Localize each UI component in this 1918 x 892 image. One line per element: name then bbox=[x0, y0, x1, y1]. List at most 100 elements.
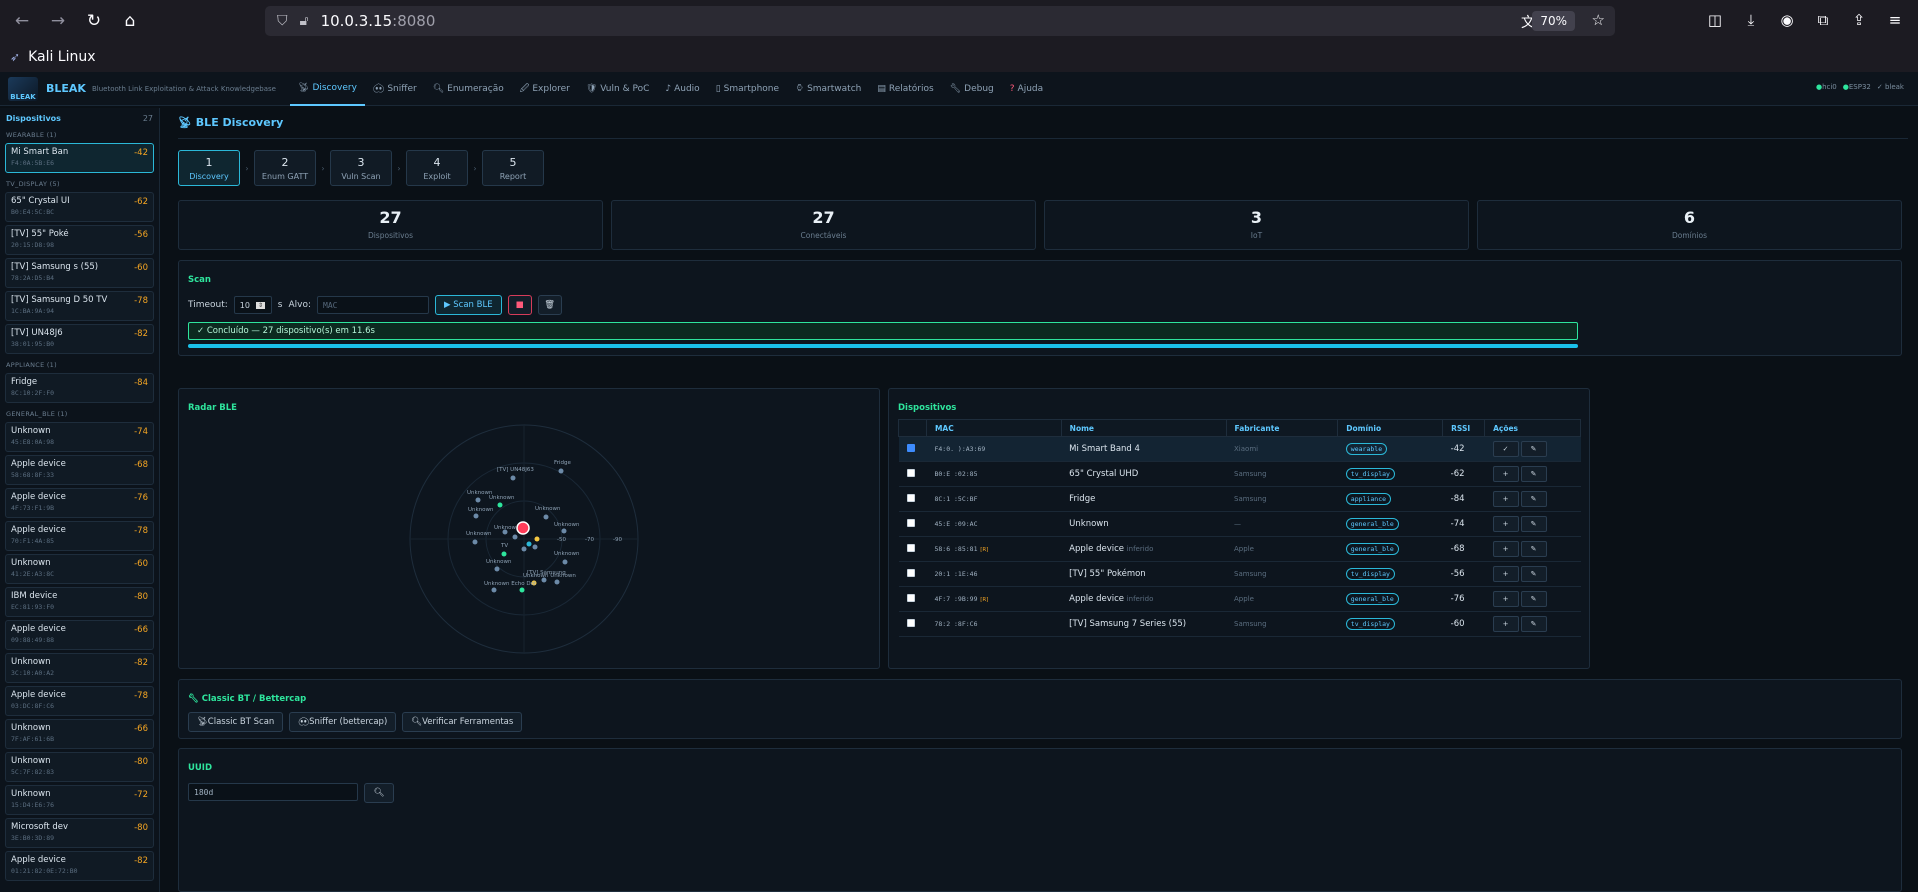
radar-point[interactable] bbox=[532, 544, 538, 550]
tab-smartwatch[interactable]: ⌚︎ Smartwatch bbox=[787, 72, 869, 106]
row-checkbox[interactable] bbox=[906, 593, 915, 602]
step-discovery[interactable]: 1 Discovery bbox=[178, 150, 240, 186]
radar-point[interactable] bbox=[521, 546, 527, 552]
radar-point[interactable] bbox=[510, 475, 516, 481]
table-row[interactable]: 20:1 :1E:46 [TV] 55" Pokémon Samsung tv_dis… bbox=[898, 561, 1581, 587]
radar-point[interactable] bbox=[491, 587, 497, 593]
explore-button[interactable]: ✎ bbox=[1520, 491, 1547, 507]
share-icon[interactable]: ⇪ bbox=[1846, 7, 1872, 33]
sidebar-device-card[interactable]: Microsoft dev 3E:B0:3D:89 -80 bbox=[5, 818, 154, 848]
sidebar-device-card[interactable]: Apple device 09:88:49:88 -66 bbox=[5, 620, 154, 650]
url-text[interactable]: 10.0.3.15:8080 bbox=[321, 12, 436, 30]
explore-button[interactable]: ✎ bbox=[1520, 441, 1547, 457]
row-checkbox[interactable] bbox=[906, 518, 915, 527]
explore-button[interactable]: ✎ bbox=[1520, 591, 1547, 607]
step-report[interactable]: 5 Report bbox=[482, 150, 544, 186]
tab-discovery[interactable]: 📡︎ Discovery bbox=[290, 72, 365, 106]
radar-point[interactable] bbox=[512, 534, 518, 540]
column-header[interactable]: Domínio bbox=[1337, 419, 1444, 437]
sidebar-device-card[interactable]: Apple device 58:68:8F:33 -68 bbox=[5, 455, 154, 485]
radar-point[interactable] bbox=[494, 566, 500, 572]
sidebar-device-card[interactable]: 65" Crystal UI B0:E4:5C:BC -62 bbox=[5, 192, 154, 222]
tab-audio[interactable]: ♪ Audio bbox=[657, 72, 707, 106]
zoom-badge[interactable]: 70% bbox=[1532, 11, 1575, 31]
column-header[interactable] bbox=[898, 419, 927, 437]
sidebar-device-card[interactable]: Fridge 8C:10:2F:F0 -84 bbox=[5, 373, 154, 403]
radar-point[interactable] bbox=[475, 497, 481, 503]
scan-ble-button[interactable]: ▶ Scan BLE bbox=[435, 295, 502, 315]
forward-icon[interactable]: → bbox=[44, 7, 72, 35]
back-icon[interactable]: ← bbox=[8, 7, 36, 35]
sidebar-device-card[interactable]: Mi Smart Ban F4:0A:5B:E6 -42 bbox=[5, 143, 154, 173]
column-header[interactable]: MAC bbox=[925, 419, 1062, 437]
bookmark-star-icon[interactable]: ☆ bbox=[1592, 11, 1605, 29]
sidebar-device-card[interactable]: [TV] UN48J6 38:01:95:B0 -82 bbox=[5, 324, 154, 354]
radar-point[interactable] bbox=[472, 539, 478, 545]
add-target-button[interactable]: + bbox=[1492, 616, 1519, 632]
sidebar-device-card[interactable]: [TV] Samsung s (55) 78:2A:D5:B4 -60 bbox=[5, 258, 154, 288]
row-checkbox[interactable] bbox=[906, 468, 915, 477]
url-bar[interactable]: ⛉ 🔓︎ 10.0.3.15:8080 文 70% ☆ bbox=[265, 6, 1615, 36]
sidebar-device-card[interactable]: [TV] Samsung D 50 TV 1C:BA:9A:94 -78 bbox=[5, 291, 154, 321]
sidebar-device-card[interactable]: Unknown 7F:AF:61:6B -66 bbox=[5, 719, 154, 749]
radar-point[interactable] bbox=[554, 579, 560, 585]
row-checkbox[interactable] bbox=[906, 618, 915, 627]
radar-point[interactable] bbox=[543, 514, 549, 520]
column-header[interactable]: Ações bbox=[1484, 419, 1581, 437]
add-target-button[interactable]: + bbox=[1492, 541, 1519, 557]
add-target-button[interactable]: + bbox=[1492, 491, 1519, 507]
tab-smartphone[interactable]: ▯ Smartphone bbox=[708, 72, 787, 106]
pocket-icon[interactable]: ◫ bbox=[1702, 7, 1728, 33]
sidebar-device-card[interactable]: Apple device 70:F1:4A:85 -78 bbox=[5, 521, 154, 551]
table-row[interactable]: B0:E :02:85 65" Crystal UHD Samsung tv_disp… bbox=[898, 461, 1581, 487]
explore-button[interactable]: ✎ bbox=[1520, 566, 1547, 582]
sidebar-device-card[interactable]: Apple device 4F:73:F1:9B -76 bbox=[5, 488, 154, 518]
extensions-icon[interactable]: ⧉ bbox=[1810, 7, 1836, 33]
uuid-input[interactable]: 180d bbox=[188, 783, 358, 801]
sidebar-device-card[interactable]: [TV] 55" Poké 20:15:D8:98 -56 bbox=[5, 225, 154, 255]
explore-button[interactable]: ✎ bbox=[1520, 616, 1547, 632]
row-checkbox[interactable] bbox=[906, 568, 915, 577]
row-checkbox[interactable] bbox=[906, 493, 915, 502]
spinner-icon[interactable]: ⇕ bbox=[255, 301, 266, 309]
sidebar-device-card[interactable]: Unknown 45:E8:0A:98 -74 bbox=[5, 422, 154, 452]
table-row[interactable]: 78:2 :8F:C6 [TV] Samsung 7 Series (55) Sam… bbox=[898, 611, 1581, 637]
tab-sniffer[interactable]: 🐽︎ Sniffer bbox=[365, 72, 425, 106]
sidebar-device-card[interactable]: Unknown 3C:10:A0:A2 -82 bbox=[5, 653, 154, 683]
stop-scan-button[interactable]: ■ bbox=[507, 295, 532, 315]
step-enum-gatt[interactable]: 2 Enum GATT bbox=[254, 150, 316, 186]
table-row[interactable]: 8C:1 :5C:BF Fridge Samsung appliance -84 + ✎ bbox=[898, 486, 1581, 512]
column-header[interactable]: RSSI bbox=[1442, 419, 1486, 437]
explore-button[interactable]: ✎ bbox=[1520, 516, 1547, 532]
tab-explorer[interactable]: 🖉 Explorer bbox=[512, 72, 578, 106]
bettercap-sniffer-button[interactable]: 🐽︎ Sniffer (bettercap) bbox=[289, 712, 397, 732]
explore-button[interactable]: ✎ bbox=[1520, 541, 1547, 557]
radar-point[interactable] bbox=[519, 587, 525, 593]
radar-selected-device[interactable] bbox=[516, 521, 530, 535]
add-target-button[interactable]: + bbox=[1492, 516, 1519, 532]
home-icon[interactable]: ⌂ bbox=[116, 7, 144, 35]
account-icon[interactable]: ◉ bbox=[1774, 7, 1800, 33]
radar-point[interactable] bbox=[526, 541, 532, 547]
row-checkbox[interactable] bbox=[906, 543, 915, 552]
tab-relat-rios[interactable]: ▤ Relatórios bbox=[869, 72, 941, 106]
add-target-button[interactable]: + bbox=[1492, 466, 1519, 482]
step-vuln-scan[interactable]: 3 Vuln Scan bbox=[330, 150, 392, 186]
sidebar-device-card[interactable]: Apple device 01:21:82:0E:72:B0 -82 bbox=[5, 851, 154, 881]
table-row[interactable]: F4:0. ):A3:69 Mi Smart Band 4 Xiaomi wearab… bbox=[898, 436, 1581, 462]
radar-point[interactable] bbox=[561, 528, 567, 534]
radar-point[interactable] bbox=[501, 551, 507, 557]
column-header[interactable]: Fabricante bbox=[1225, 419, 1339, 437]
check-tools-button[interactable]: 🔍︎ Verificar Ferramentas bbox=[402, 712, 523, 732]
explore-button[interactable]: ✎ bbox=[1520, 466, 1547, 482]
table-row[interactable]: 58:6 :85:81 [R] Apple device inferido Appl… bbox=[898, 536, 1581, 562]
sidebar-device-card[interactable]: Apple device 03:DC:8F:C6 -78 bbox=[5, 686, 154, 716]
lock-icon[interactable]: 🔓︎ bbox=[300, 13, 309, 29]
clear-button[interactable]: 🗑︎ bbox=[537, 295, 562, 315]
radar-point[interactable] bbox=[497, 502, 503, 508]
radar-point[interactable] bbox=[473, 513, 479, 519]
table-row[interactable]: 45:E :09:AC Unknown — general_ble -74 + ✎ bbox=[898, 511, 1581, 537]
tab-vuln-poc[interactable]: 🛡︎ Vuln & PoC bbox=[578, 72, 658, 106]
timeout-input[interactable]: 10 ⇕ bbox=[233, 296, 272, 314]
table-row[interactable]: 4F:7 :9B:99 [R] Apple device inferido Appl… bbox=[898, 586, 1581, 612]
